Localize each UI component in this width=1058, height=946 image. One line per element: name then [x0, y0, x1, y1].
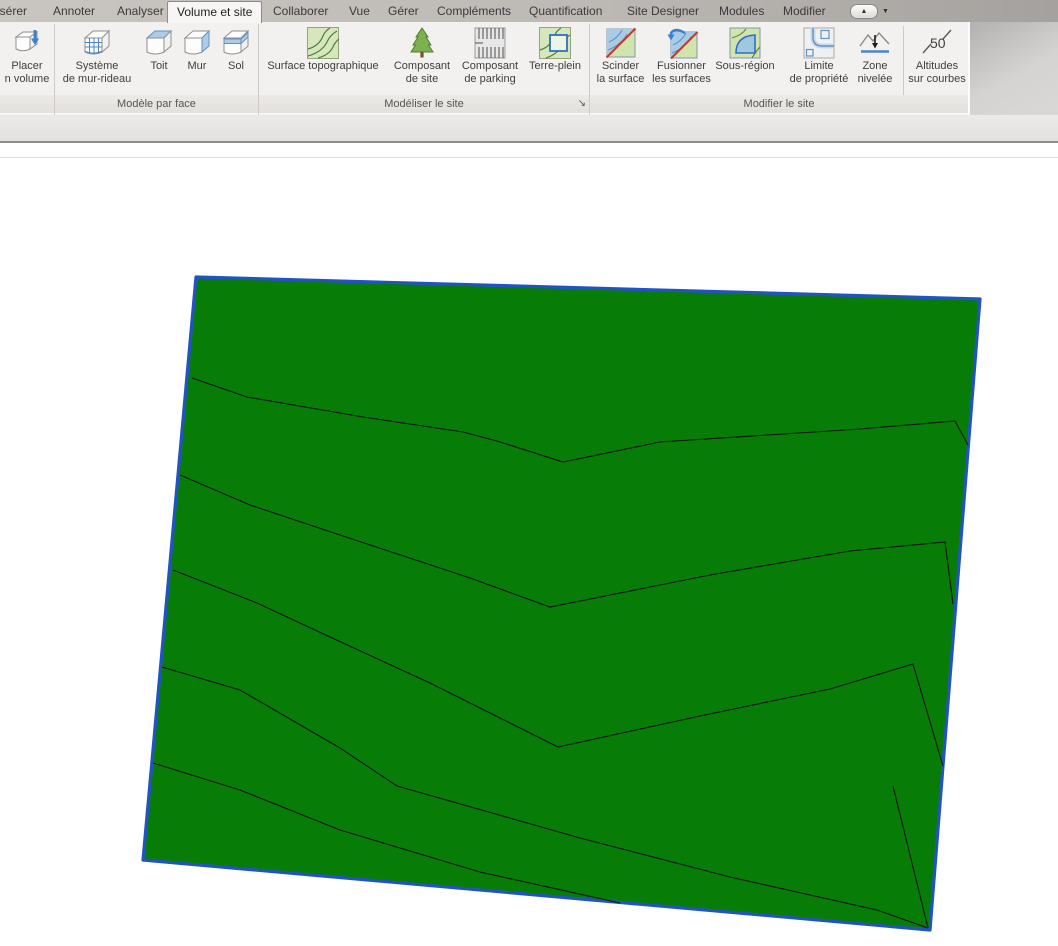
chevron-down-icon: ▼ [882, 8, 889, 15]
parking-component-icon [473, 26, 507, 60]
panel-label-modeliser-le-site[interactable]: Modéliser le site ↘ [259, 95, 589, 114]
tab-quantification[interactable]: Quantification [522, 0, 609, 22]
button-label: les surfaces [652, 73, 711, 86]
toposurface-icon [306, 26, 340, 60]
button-label: Limite [804, 60, 833, 73]
button-label: nivelée [858, 73, 893, 86]
button-label: sur courbes [908, 73, 965, 86]
button-label: Altitudes [916, 60, 958, 73]
tab-complements[interactable]: Compléments [430, 0, 518, 22]
building-pad-icon [538, 26, 572, 60]
button-label: de mur-rideau [63, 73, 131, 86]
panel-label-modifier-le-site[interactable]: Modifier le site [590, 95, 968, 114]
button-label: Terre-plein [529, 60, 581, 73]
button-label: Système [76, 60, 119, 73]
button-label: Fusionner [657, 60, 706, 73]
property-line-icon [802, 26, 836, 60]
svg-text:50: 50 [930, 35, 946, 51]
label-contours-icon: 50 [920, 26, 954, 60]
tab-inserer[interactable]: nsérer [0, 0, 34, 22]
panel-label-text: Modèle par face [117, 98, 196, 110]
tab-gerer[interactable]: Gérer [381, 0, 426, 22]
tab-analyser[interactable]: Analyser [110, 0, 171, 22]
panel-label-text: Modifier le site [744, 98, 815, 110]
ribbon-tab-bar: nsérer Annoter Analyser Volume et site C… [0, 0, 1058, 22]
button-label: Zone [862, 60, 887, 73]
button-label: n volume [5, 73, 50, 86]
ribbon-minimize-toggle[interactable]: ▲ ▼ [850, 4, 889, 18]
tab-modifier[interactable]: Modifier [776, 0, 833, 22]
graded-region-button[interactable]: Zone nivelée [848, 23, 902, 95]
panel-label-text: Modéliser le site [384, 98, 463, 110]
subregion-icon [728, 26, 762, 60]
button-label: Sol [228, 60, 244, 73]
split-surface-button[interactable]: Scinder la surface [592, 23, 649, 95]
tab-collaborer[interactable]: Collaborer [266, 0, 335, 22]
ribbon-toggle-icon: ▲ [850, 4, 878, 19]
button-label: la surface [597, 73, 645, 86]
button-label: de propriété [790, 73, 849, 86]
button-label: Composant [394, 60, 450, 73]
button-label: Surface topographique [267, 60, 378, 73]
curtain-system-by-face-button[interactable]: Système de mur-rideau [56, 23, 138, 95]
options-bar-border [0, 141, 1058, 143]
floor-by-face-icon [219, 26, 253, 60]
tab-vue[interactable]: Vue [342, 0, 377, 22]
wall-by-face-button[interactable]: Mur [179, 23, 215, 95]
button-label: Scinder [602, 60, 639, 73]
place-mass-button[interactable]: Placer n volume [0, 23, 54, 95]
roof-by-face-button[interactable]: Toit [141, 23, 177, 95]
panel-label-modele-par-face[interactable]: Modèle par face [55, 95, 258, 114]
button-label: de site [406, 73, 438, 86]
button-label: Composant [462, 60, 518, 73]
parking-component-button[interactable]: Composant de parking [457, 23, 523, 95]
wall-by-face-icon [180, 26, 214, 60]
subregion-button[interactable]: Sous-région [714, 23, 776, 95]
canvas-top-divider [0, 157, 1058, 158]
roof-by-face-icon [142, 26, 176, 60]
split-surface-icon [604, 26, 638, 60]
button-label: de parking [464, 73, 515, 86]
ribbon-right-empty-area [970, 22, 1058, 115]
site-component-button[interactable]: Composant de site [387, 23, 457, 95]
panel-label-conceptual [0, 95, 54, 114]
building-pad-button[interactable]: Terre-plein [524, 23, 586, 95]
property-line-button[interactable]: Limite de propriété [782, 23, 856, 95]
button-label: Sous-région [715, 60, 774, 73]
tab-volume-et-site[interactable]: Volume et site [167, 1, 262, 23]
merge-surfaces-icon [665, 26, 699, 60]
revit-window: nsérer Annoter Analyser Volume et site C… [0, 0, 1058, 946]
tab-modules[interactable]: Modules [712, 0, 771, 22]
button-label: Placer [11, 60, 42, 73]
options-bar [0, 115, 1058, 141]
dialog-launcher-icon[interactable]: ↘ [578, 98, 586, 110]
graded-region-icon [858, 26, 892, 60]
site-component-icon [405, 26, 439, 60]
label-contours-button[interactable]: 50 Altitudes sur courbes [906, 23, 968, 95]
button-label: Toit [150, 60, 167, 73]
curtain-wall-system-icon [80, 26, 114, 60]
mass-place-icon [10, 26, 44, 60]
tab-annoter[interactable]: Annoter [46, 0, 102, 22]
topo-surface[interactable] [143, 277, 980, 930]
floor-by-face-button[interactable]: Sol [218, 23, 254, 95]
tab-site-designer[interactable]: Site Designer [620, 0, 706, 22]
button-label: Mur [188, 60, 207, 73]
toposurface-button[interactable]: Surface topographique [261, 23, 385, 95]
merge-surfaces-button[interactable]: Fusionner les surfaces [650, 23, 713, 95]
